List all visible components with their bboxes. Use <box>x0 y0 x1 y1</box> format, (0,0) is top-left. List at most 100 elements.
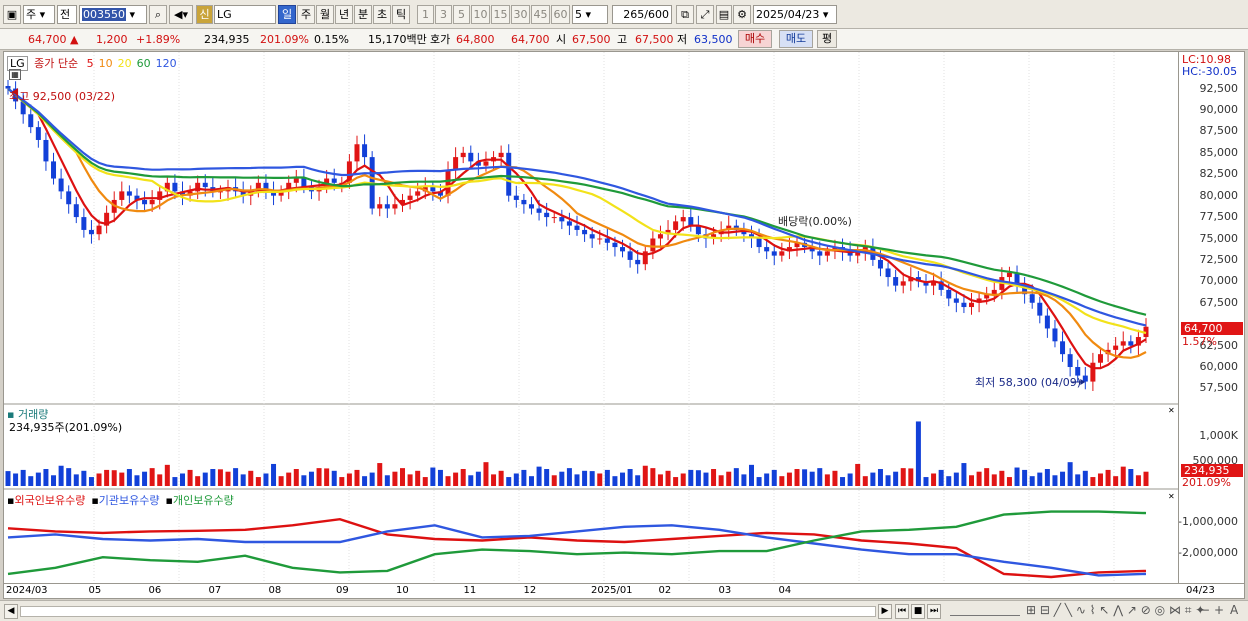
volume-bar <box>286 472 292 486</box>
candle-body <box>673 221 679 230</box>
open-label: 시 <box>556 33 567 46</box>
period-value: 주 <box>26 8 37 21</box>
volume-bar <box>157 474 163 486</box>
volume-bar <box>453 472 459 486</box>
price-tick-label: 70,000 <box>1199 274 1239 288</box>
holdings-legend-item[interactable]: 개인보유수량 <box>173 494 234 507</box>
stock-code-input[interactable]: 003550 ▾ <box>79 5 147 24</box>
event-annotation: 배당락(0.00%) <box>778 215 852 228</box>
volume-bar <box>711 469 717 486</box>
holdings-legend-item[interactable]: 기관보유수량 <box>99 494 160 507</box>
volume-bar <box>240 474 246 486</box>
draw-tools-icon[interactable]: ⊞ ⊟ ╱ ╲ ∿ ⌇ ↖ ⋀ ↗ ⊘ ◎ ⋈ ⌗ ✦ <box>1026 603 1205 618</box>
timeframe-button[interactable]: 년 <box>335 5 353 24</box>
candle-body <box>779 251 785 256</box>
volume-bar <box>589 471 595 486</box>
holdings-pane-close-icon[interactable]: ✕ <box>1168 492 1175 501</box>
candle-body <box>506 152 512 196</box>
interval-button[interactable]: 10 <box>471 5 490 24</box>
candle-body <box>1067 354 1073 368</box>
volume-bar <box>73 474 79 486</box>
candle-body <box>544 212 550 218</box>
interval-button[interactable]: 45 <box>531 5 550 24</box>
volume-bar <box>468 475 474 486</box>
zoom-out-icon[interactable]: − <box>1200 603 1210 617</box>
search-icon[interactable]: ⌕ <box>149 5 167 24</box>
ma-legend-item[interactable]: 60 <box>137 57 151 70</box>
period-select[interactable]: 주 ▾ <box>23 5 55 24</box>
timeframe-button[interactable]: 초 <box>373 5 391 24</box>
interval-button[interactable]: 60 <box>551 5 570 24</box>
first-page-icon[interactable]: ⏮ <box>895 604 909 619</box>
quote-info-bar: 64,700 ▲ 1,200 +1.89% 234,935 201.09% 0.… <box>0 29 1248 50</box>
ma-legend-item[interactable]: 5 <box>87 57 94 70</box>
ma-legend: 5 10 20 60 120 <box>82 57 177 70</box>
volume-bar <box>513 473 519 486</box>
save-icon[interactable]: ▤ <box>716 5 732 24</box>
volume-bar <box>51 475 57 486</box>
range-mode-button[interactable]: 전 <box>57 5 77 24</box>
candle-body <box>961 302 967 308</box>
last-page-icon[interactable]: ⏭ <box>927 604 941 619</box>
interval-button[interactable]: 1 <box>417 5 434 24</box>
zoom-in-icon[interactable]: + <box>1214 603 1224 617</box>
candle-body <box>551 217 557 219</box>
candle-body <box>453 157 459 170</box>
price-change: 1,200 <box>96 33 128 46</box>
holdings-legend-item[interactable]: 외국인보유수량 <box>14 494 85 507</box>
timeframe-button[interactable]: 월 <box>316 5 334 24</box>
timeframe-button[interactable]: 주 <box>297 5 315 24</box>
stock-name-field[interactable]: LG <box>214 5 276 24</box>
scroll-right-icon[interactable]: ▶ <box>878 604 892 619</box>
count-field[interactable]: 265/600 <box>612 5 672 24</box>
candle-body <box>612 242 618 248</box>
count-total: /600 <box>644 8 669 21</box>
grid-toggle-icon[interactable]: ▦ <box>9 69 21 80</box>
chart-canvas[interactable]: LG 종가 단순 5 10 20 60 120 ▦ 최고 92,500 (03/22) … <box>3 51 1179 584</box>
interval-button[interactable]: 3 <box>435 5 452 24</box>
volume-bar <box>1014 467 1020 486</box>
ma-legend-item[interactable]: 20 <box>118 57 132 70</box>
price-scale[interactable]: LC:10.98 HC:-30.05 92,500 90,000 87,500 85,… <box>1179 51 1245 584</box>
ma-legend-item[interactable]: 10 <box>99 57 113 70</box>
candle-type-icon[interactable]: ⧉ <box>676 5 694 24</box>
volume-bar <box>779 476 785 486</box>
interval-button[interactable]: 15 <box>491 5 510 24</box>
scroll-left-icon[interactable]: ◀ <box>4 604 18 619</box>
ma-legend-item[interactable]: 120 <box>156 57 177 70</box>
volume-bar <box>483 462 489 486</box>
volume-bar <box>293 469 299 486</box>
speaker-icon[interactable]: ◀▾ <box>169 5 193 24</box>
candle-body <box>1037 302 1043 316</box>
volume-bar <box>726 471 732 486</box>
candle-body <box>528 204 534 209</box>
volume-bar <box>680 473 686 486</box>
crosshair-icon[interactable]: ⤢ <box>696 5 714 24</box>
timeframe-button[interactable]: 일 <box>278 5 296 24</box>
volume-bar <box>377 463 383 486</box>
volume-bar <box>422 477 428 486</box>
sell-button[interactable]: 매도 <box>779 30 813 48</box>
timeframe-button[interactable]: 틱 <box>392 5 410 24</box>
volume-bar <box>976 471 982 486</box>
volume-bar <box>316 468 322 486</box>
text-tool-icon[interactable]: A <box>1230 603 1238 617</box>
zoom-slider[interactable] <box>950 607 1020 616</box>
volume-bar <box>400 468 406 486</box>
candle-body <box>566 221 572 226</box>
interval-input[interactable]: 5 ▾ <box>572 5 608 24</box>
buy-button[interactable]: 매수 <box>738 30 772 48</box>
interval-button[interactable]: 5 <box>453 5 470 24</box>
horizontal-scrollbar[interactable] <box>20 606 876 617</box>
price-tick-label: 90,000 <box>1199 102 1239 116</box>
timeframe-button[interactable]: 분 <box>354 5 372 24</box>
volume-bar <box>407 474 413 486</box>
window-menu-icon[interactable]: ▣ <box>3 5 21 24</box>
stop-icon[interactable]: ■ <box>911 604 925 619</box>
settings-icon[interactable]: ⚙ <box>733 5 751 24</box>
date-field[interactable]: 2025/04/23 ▾ <box>753 5 837 24</box>
evaluate-button[interactable]: 평 <box>817 30 837 48</box>
top-toolbar: ▣ 주 ▾ 전 003550 ▾ ⌕ ◀▾ 신 LG 일주월년분초틱 1 3 5 10… <box>0 0 1248 29</box>
interval-button[interactable]: 30 <box>511 5 530 24</box>
volume-pane-close-icon[interactable]: ✕ <box>1168 406 1175 415</box>
